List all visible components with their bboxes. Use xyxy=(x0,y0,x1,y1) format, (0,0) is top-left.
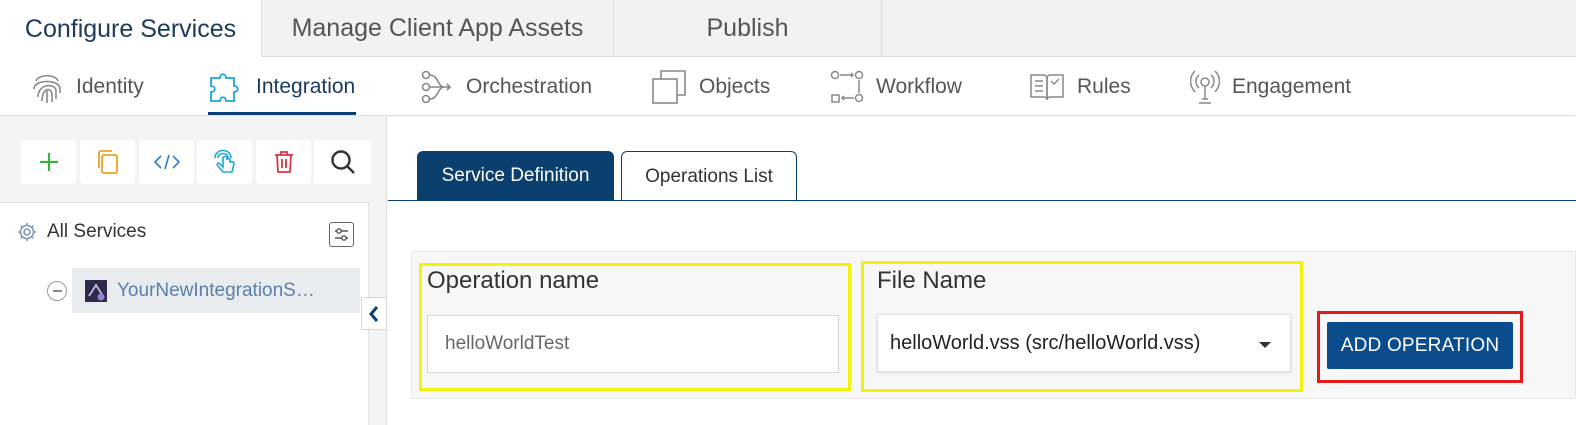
file-name-select[interactable]: helloWorld.vss (src/helloWorld.vss) xyxy=(877,314,1291,372)
services-sidebar: All Services YourNewIntegrationS… xyxy=(0,117,387,425)
top-tab-bar: Configure Services Manage Client App Ass… xyxy=(0,0,1576,58)
tree-item-service[interactable]: YourNewIntegrationS… xyxy=(72,268,360,313)
nav-objects[interactable]: Objects xyxy=(651,57,770,116)
tab-divider xyxy=(388,200,1576,201)
nav-rules[interactable]: Rules xyxy=(1029,57,1131,116)
nav-label: Integration xyxy=(256,74,356,98)
search-service-button[interactable] xyxy=(314,140,371,184)
delete-icon xyxy=(274,151,293,173)
tab-label: Operations List xyxy=(645,165,773,187)
touch-button[interactable] xyxy=(197,140,252,184)
nav-engagement[interactable]: Engagement xyxy=(1190,57,1351,116)
all-services-node[interactable]: All Services xyxy=(17,221,146,243)
fingerprint-icon xyxy=(33,74,61,103)
tab-configure-services[interactable]: Configure Services xyxy=(0,0,262,58)
copy-service-button[interactable] xyxy=(80,140,135,184)
filter-settings-icon xyxy=(335,228,348,241)
collapse-node-button[interactable] xyxy=(47,281,67,301)
code-button[interactable] xyxy=(139,140,194,184)
add-icon xyxy=(39,153,58,171)
nav-label: Workflow xyxy=(876,74,962,98)
touch-icon xyxy=(213,149,235,173)
search-icon xyxy=(330,150,355,174)
tree-item-label: YourNewIntegrationS… xyxy=(117,279,315,301)
code-icon xyxy=(153,154,180,170)
tab-operations-list[interactable]: Operations List xyxy=(621,151,797,201)
tab-label: Configure Services xyxy=(24,14,237,43)
active-nav-indicator xyxy=(208,112,356,115)
operation-name-input[interactable]: helloWorldTest xyxy=(427,315,839,373)
file-name-value: helloWorld.vss (src/helloWorld.vss) xyxy=(890,331,1201,354)
tab-manage-client-app-assets[interactable]: Manage Client App Assets xyxy=(262,0,614,57)
add-operation-button[interactable]: ADD OPERATION xyxy=(1327,322,1513,369)
tab-publish[interactable]: Publish xyxy=(614,0,882,57)
nav-label: Objects xyxy=(699,74,771,98)
orchestration-icon xyxy=(421,70,452,103)
file-name-label: File Name xyxy=(877,267,987,294)
operation-name-label: Operation name xyxy=(427,267,600,294)
rules-book-icon xyxy=(1030,73,1064,100)
service-type-nav: Identity Integration Orchestration Objec… xyxy=(0,57,1576,116)
main-content: Service Definition Operations List Opera… xyxy=(388,117,1576,425)
add-service-button[interactable] xyxy=(21,140,76,184)
integration-service-icon xyxy=(85,279,107,302)
nav-identity[interactable]: Identity xyxy=(30,57,144,116)
delete-service-button[interactable] xyxy=(256,140,311,184)
puzzle-icon xyxy=(210,72,239,102)
nav-orchestration[interactable]: Orchestration xyxy=(420,57,592,116)
tree-filter-button[interactable] xyxy=(329,222,354,247)
workflow-icon xyxy=(830,70,864,103)
caret-down-icon xyxy=(1259,342,1271,348)
tab-label: Service Definition xyxy=(441,165,590,186)
objects-icon xyxy=(652,69,686,104)
engagement-icon xyxy=(1190,69,1220,104)
collapse-sidebar-button[interactable] xyxy=(361,297,387,330)
tab-label: Publish xyxy=(706,14,789,42)
nav-workflow[interactable]: Workflow xyxy=(830,57,962,116)
nav-label: Engagement xyxy=(1232,74,1352,98)
nav-label: Identity xyxy=(76,74,144,98)
gear-icon xyxy=(18,223,36,241)
tab-label: Manage Client App Assets xyxy=(291,14,584,42)
services-tree: All Services YourNewIntegrationS… xyxy=(0,202,369,425)
nav-integration[interactable]: Integration xyxy=(208,57,355,116)
copy-icon xyxy=(97,150,118,174)
tab-service-definition[interactable]: Service Definition xyxy=(417,151,614,201)
chevron-left-icon xyxy=(369,305,379,322)
all-services-label: All Services xyxy=(47,221,147,242)
nav-label: Rules xyxy=(1077,74,1131,98)
nav-label: Orchestration xyxy=(466,74,593,98)
